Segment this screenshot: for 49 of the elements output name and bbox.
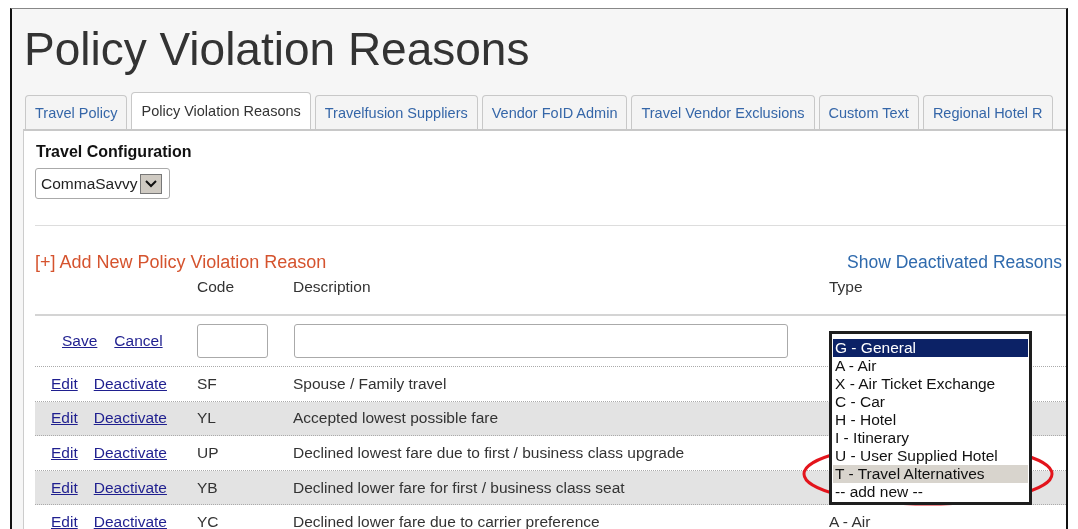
edit-link[interactable]: Edit [51,444,78,462]
edit-link[interactable]: Edit [51,374,78,393]
code-input[interactable] [197,324,268,358]
show-deactivated-link[interactable]: Show Deactivated Reasons [847,252,1062,274]
listbox-option[interactable]: -- add new -- [833,483,1028,501]
column-header: Description [293,278,372,296]
description-cell-text: Declined lowest fare due to first / business class upgrade [293,444,686,462]
listbox-option[interactable]: T - Travel Alternatives [833,465,1028,483]
tab[interactable]: Travel Vendor Exclusions [631,95,815,129]
tab[interactable]: Regional Hotel R [922,95,1053,129]
description-cell-text: Accepted lowest possible fare [293,409,500,428]
deactivate-link[interactable]: Deactivate [93,513,167,529]
field-label: Travel Configuration [36,143,192,161]
description-cell-text: Declined lower fare for first / business class seat [293,478,626,497]
deactivate-link[interactable]: Deactivate [93,444,167,462]
listbox-option[interactable]: C - Car [833,393,1028,411]
column-header: Code [197,278,236,296]
tab[interactable]: Travelfusion Suppliers [314,95,478,129]
code-cell-text: SF [197,374,218,393]
edit-link[interactable]: Edit [51,409,78,428]
chevron-down-icon [140,173,163,194]
deactivate-link[interactable]: Deactivate [93,478,167,497]
edit-link[interactable]: Edit [51,478,78,497]
listbox-option[interactable]: I - Itinerary [833,429,1028,447]
tab[interactable]: Policy Violation Reasons [131,92,311,129]
listbox-option[interactable]: G - General [833,339,1028,357]
cancel-link[interactable]: Cancel [114,332,163,350]
deactivate-link[interactable]: Deactivate [93,409,167,428]
description-input[interactable] [294,324,788,358]
configuration-select[interactable]: CommaSavvy [35,168,170,199]
code-cell-text: UP [197,444,220,462]
tab[interactable]: Vendor FoID Admin [481,95,628,129]
edit-link[interactable]: Edit [51,513,78,529]
listbox-option[interactable]: U - User Supplied Hotel [833,447,1028,465]
type-cell-text: A - Air [829,513,872,529]
description-cell-text: Spouse / Family travel [293,374,448,393]
add-reason-link[interactable]: [+] Add New Policy Violation Reason [35,252,327,274]
tab[interactable]: Custom Text [818,95,919,129]
code-cell-text: YL [197,409,217,428]
page-title: Policy Violation Reasons [23,22,531,73]
column-header: Type [829,278,864,296]
code-cell-text: YB [197,478,219,497]
listbox-option[interactable]: H - Hotel [833,411,1028,429]
listbox-option[interactable]: A - Air [833,357,1028,375]
deactivate-link[interactable]: Deactivate [93,374,167,393]
code-cell-text: YC [197,513,220,529]
tab[interactable]: Travel Policy [25,95,128,129]
save-link[interactable]: Save [62,332,98,350]
listbox-option[interactable]: X - Air Ticket Exchange [833,375,1028,393]
